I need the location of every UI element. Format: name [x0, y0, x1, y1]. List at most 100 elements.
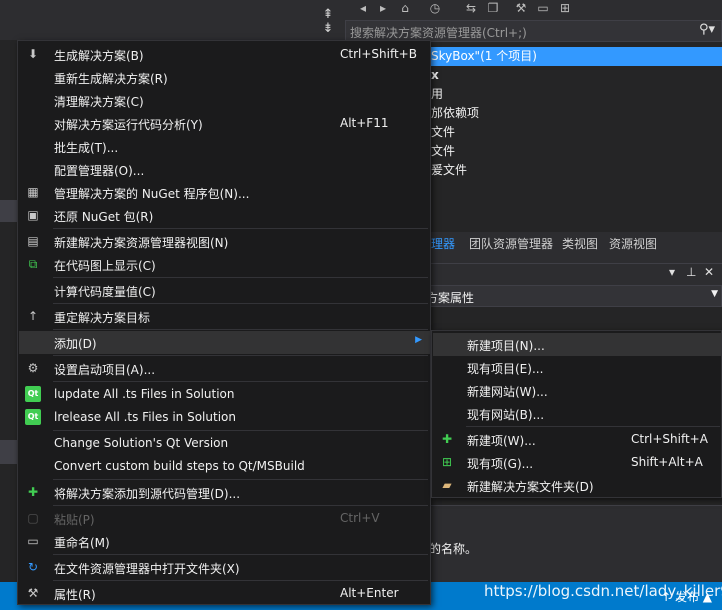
nuget-icon: ▦	[27, 185, 39, 199]
submenu-item-shortcut: Shift+Alt+A	[631, 455, 703, 469]
left-margin-marker	[0, 200, 18, 222]
qt-icon: Qt	[25, 386, 41, 402]
menu-item-label: 重命名(M)	[54, 536, 110, 550]
submenu-arrow-icon: ▶	[415, 335, 422, 345]
tree-item-label: 邡依赖项	[431, 106, 480, 120]
menu-item-batch-build[interactable]: 批生成(T)...	[19, 135, 430, 158]
menu-item-rename[interactable]: ▭ 重命名(M)	[19, 530, 430, 553]
solution-search-box[interactable]: 搜索解决方案资源管理器(Ctrl+;) ⚲▾	[345, 20, 722, 42]
menu-item-configuration-manager[interactable]: 配置管理器(O)...	[19, 158, 430, 181]
left-margin-marker	[0, 440, 18, 464]
sync-icon[interactable]: ⇆	[463, 0, 479, 16]
submenu-item-label: 新建解决方案文件夹(D)	[467, 480, 594, 494]
menu-separator	[53, 505, 428, 506]
menu-item-label: 添加(D)	[54, 337, 97, 351]
submenu-item-existing-website[interactable]: 现有网站(B)...	[433, 402, 721, 425]
menu-item-set-startup-projects[interactable]: ⚙ 设置启动项目(A)...	[19, 357, 430, 380]
menu-item-shortcut: Alt+Enter	[340, 586, 399, 600]
menu-item-open-in-file-explorer[interactable]: ↻ 在文件资源管理器中打开文件夹(X)	[19, 556, 430, 579]
menu-separator	[53, 228, 428, 229]
menu-separator	[466, 426, 720, 427]
menu-item-properties[interactable]: ⚒ 属性(R) Alt+Enter	[19, 582, 430, 605]
submenu-item-new-item[interactable]: ✚ 新建项(W)... Ctrl+Shift+A	[433, 428, 721, 451]
retarget-icon: ↑	[27, 309, 39, 323]
menu-item-clean-solution[interactable]: 清理解决方案(C)	[19, 89, 430, 112]
tab-solution-explorer[interactable]: 理器	[431, 235, 455, 252]
home-icon[interactable]: ⌂	[397, 0, 413, 16]
menu-separator	[53, 580, 428, 581]
forward-icon[interactable]: ▸	[375, 0, 391, 16]
menu-item-paste[interactable]: ▢ 粘贴(P) Ctrl+V	[19, 507, 430, 530]
new-view-icon: ▤	[27, 234, 39, 248]
submenu-item-existing-project[interactable]: 现有项目(E)...	[433, 356, 721, 379]
dropdown-icon[interactable]: ▾	[669, 265, 675, 279]
submenu-item-label: 新建项目(N)...	[467, 339, 545, 353]
menu-item-calculate-metrics[interactable]: 计算代码度量值(C)	[19, 279, 430, 302]
menu-item-change-qt-version[interactable]: Change Solution's Qt Version	[19, 432, 430, 455]
back-icon[interactable]: ◂	[355, 0, 371, 16]
menu-item-lupdate[interactable]: Qt lupdate All .ts Files in Solution	[19, 383, 430, 406]
pin-icon[interactable]: ⊥	[686, 265, 696, 279]
menu-item-label: 设置启动项目(A)...	[54, 363, 156, 377]
menu-item-label: 计算代码度量值(C)	[54, 285, 156, 299]
submenu-item-new-solution-folder[interactable]: ▰ 新建解决方案文件夹(D)	[433, 474, 721, 497]
close-icon[interactable]: ✕	[704, 265, 714, 279]
submenu-item-existing-item[interactable]: ⊞ 现有项(G)... Shift+Alt+A	[433, 451, 721, 474]
menu-item-rebuild-solution[interactable]: 重新生成解决方案(R)	[19, 66, 430, 89]
menu-item-label: Change Solution's Qt Version	[54, 436, 229, 450]
solution-explorer-toolbar: ◂ ▸ ⌂ ◷ ⇆ ❐ ⚒ ▭ ⊞	[345, 0, 722, 18]
rename-icon: ▭	[27, 534, 39, 548]
tree-item-label: 文件	[431, 144, 456, 158]
menu-item-lrelease[interactable]: Qt lrelease All .ts Files in Solution	[19, 406, 430, 429]
solution-context-menu: ⬇ 生成解决方案(B) Ctrl+Shift+B 重新生成解决方案(R) 清理解…	[17, 40, 431, 605]
menu-item-add-to-source-control[interactable]: ✚ 将解决方案添加到源代码管理(D)...	[19, 481, 430, 504]
menu-separator	[53, 303, 428, 304]
submenu-item-new-website[interactable]: 新建网站(W)...	[433, 379, 721, 402]
wrench-icon: ⚒	[27, 586, 39, 600]
menu-separator	[53, 479, 428, 480]
tree-item-label: SkyBox"(1 个项目)	[431, 49, 537, 63]
history-icon[interactable]: ◷	[427, 0, 443, 16]
menu-item-retarget-solution[interactable]: ↑ 重定解决方案目标	[19, 305, 430, 328]
tab-resource-view[interactable]: 资源视图	[609, 235, 657, 252]
menu-item-label: 属性(R)	[54, 588, 96, 602]
copy-icon[interactable]: ❐	[485, 0, 501, 16]
menu-item-shortcut: Alt+F11	[340, 116, 389, 130]
gear-icon: ⚙	[27, 361, 39, 375]
menu-item-label: Convert custom build steps to Qt/MSBuild	[54, 459, 305, 473]
menu-item-label: 将解决方案添加到源代码管理(D)...	[54, 487, 241, 501]
tab-class-view[interactable]: 类视图	[562, 235, 598, 252]
menu-separator	[53, 329, 428, 330]
hierarchy-icon[interactable]: ⊞	[557, 0, 573, 16]
menu-item-manage-nuget[interactable]: ▦ 管理解决方案的 NuGet 程序包(N)...	[19, 181, 430, 204]
menu-item-new-explorer-view[interactable]: ▤ 新建解决方案资源管理器视图(N)	[19, 230, 430, 253]
collapse-icon[interactable]: ▭	[535, 0, 551, 16]
menu-item-show-on-code-map[interactable]: ⧉ 在代码图上显示(C)	[19, 253, 430, 276]
menu-item-build-solution[interactable]: ⬇ 生成解决方案(B) Ctrl+Shift+B	[19, 43, 430, 66]
submenu-item-label: 现有项目(E)...	[467, 362, 544, 376]
qt-icon: Qt	[25, 409, 41, 425]
menu-separator	[53, 277, 428, 278]
menu-item-label: 在代码图上显示(C)	[54, 259, 156, 273]
menu-item-label: 管理解决方案的 NuGet 程序包(N)...	[54, 187, 250, 201]
pin-icon[interactable]: ⇞ ⇟	[318, 8, 338, 36]
menu-item-convert-build-steps[interactable]: Convert custom build steps to Qt/MSBuild	[19, 455, 430, 478]
open-folder-icon: ↻	[27, 560, 39, 574]
menu-item-label: 批生成(T)...	[54, 141, 119, 155]
wrench-icon[interactable]: ⚒	[513, 0, 529, 16]
tree-item-label: 文件	[431, 125, 456, 139]
search-icon[interactable]: ⚲▾	[699, 22, 715, 37]
tab-team-explorer[interactable]: 团队资源管理器	[469, 235, 553, 252]
menu-item-label: 清理解决方案(C)	[54, 95, 144, 109]
folder-icon: ▰	[442, 478, 452, 492]
tree-item-label: 用	[431, 87, 444, 101]
menu-item-run-code-analysis[interactable]: 对解决方案运行代码分析(Y) Alt+F11	[19, 112, 430, 135]
menu-item-shortcut: Ctrl+V	[340, 511, 380, 525]
tree-item-label: x	[431, 68, 439, 82]
menu-item-add[interactable]: 添加(D) ▶	[19, 331, 430, 354]
tree-item-label: 爰文件	[431, 163, 468, 177]
submenu-item-new-project[interactable]: 新建项目(N)...	[433, 333, 721, 356]
submenu-item-shortcut: Ctrl+Shift+A	[631, 432, 708, 446]
menu-separator	[53, 430, 428, 431]
menu-item-restore-nuget[interactable]: ▣ 还原 NuGet 包(R)	[19, 204, 430, 227]
